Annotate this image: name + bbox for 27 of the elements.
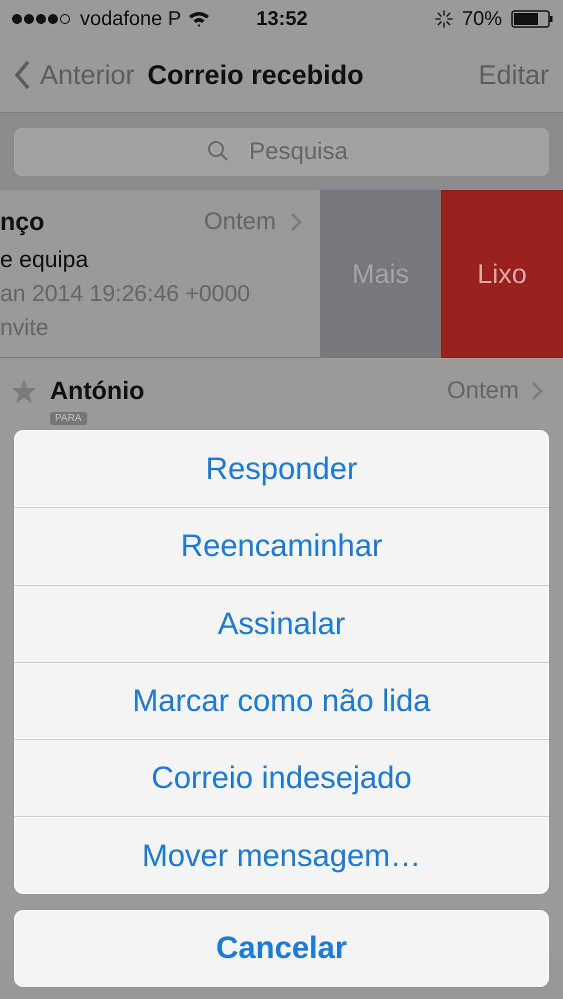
recipient-tag: PARA bbox=[50, 412, 86, 425]
action-sheet-item[interactable]: Correio indesejado bbox=[14, 739, 549, 816]
wifi-icon bbox=[188, 11, 210, 27]
sender-name: António bbox=[50, 376, 144, 406]
action-sheet-item[interactable]: Reencaminhar bbox=[14, 507, 549, 585]
signal-icon bbox=[11, 13, 73, 25]
action-sheet-item[interactable]: Responder bbox=[14, 430, 549, 508]
chevron-icon bbox=[290, 212, 302, 232]
action-sheet-item[interactable]: Marcar como não lida bbox=[14, 662, 549, 740]
activity-spinner-icon bbox=[434, 10, 453, 28]
action-sheet-item[interactable]: Mover mensagem… bbox=[14, 816, 549, 894]
edit-button[interactable]: Editar bbox=[478, 60, 549, 90]
chevron-icon bbox=[531, 381, 543, 401]
search-icon bbox=[207, 140, 229, 162]
sender-name: nço bbox=[0, 208, 44, 236]
cancel-button[interactable]: Cancelar bbox=[14, 910, 549, 987]
action-sheet-item[interactable]: Assinalar bbox=[14, 584, 549, 662]
battery-percent: 70% bbox=[462, 8, 502, 30]
back-chevron-icon bbox=[14, 60, 30, 90]
nav-title: Correio recebido bbox=[148, 60, 364, 90]
carrier-name: vodafone P bbox=[80, 8, 182, 30]
swipe-action-button[interactable]: Lixo bbox=[441, 190, 563, 358]
battery-icon bbox=[511, 10, 553, 28]
clock-time: 13:52 bbox=[256, 8, 308, 30]
message-subject: e equipa bbox=[0, 245, 90, 274]
search-field[interactable]: Pesquisa bbox=[14, 128, 549, 176]
back-button[interactable]: Anterior bbox=[14, 60, 135, 90]
